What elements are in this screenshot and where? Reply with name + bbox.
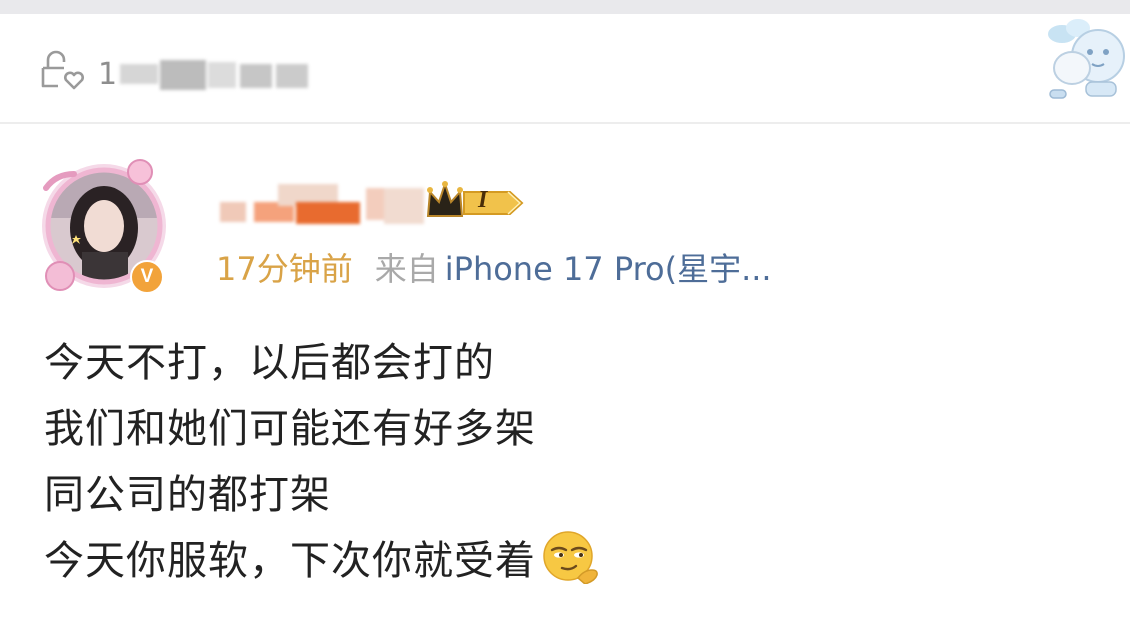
blurred-username xyxy=(216,182,428,228)
post-time: 17分钟前 xyxy=(216,250,353,288)
post-line: 今天不打，以后都会打的 xyxy=(44,340,495,386)
post-meta: 17分钟前 来自 iPhone 17 Pro(星宇... xyxy=(216,247,772,291)
verified-badge: V xyxy=(130,260,164,294)
crown-icon xyxy=(426,180,464,217)
blurred-text xyxy=(120,60,310,90)
source-prefix: 来自 xyxy=(374,250,439,288)
like-icon[interactable] xyxy=(38,46,88,90)
device-link[interactable]: iPhone 17 Pro(星宇... xyxy=(445,250,772,288)
username-row[interactable]: I xyxy=(216,178,536,232)
post-line-last: 今天你服软，下次你就受着 xyxy=(44,528,1084,594)
post-line: 同公司的都打架 xyxy=(44,472,331,518)
post-line-text: 今天你服软，下次你就受着 xyxy=(44,538,536,584)
level-badge: I xyxy=(462,186,524,220)
top-strip xyxy=(0,0,1130,14)
weibo-post-page: 1 V I 17分钟前 来自 iPhone 17 Pro(星宇... 今天不打，… xyxy=(0,0,1130,633)
divider xyxy=(0,122,1130,124)
like-count: 1 xyxy=(98,57,118,92)
post-content: 今天不打，以后都会打的 我们和她们可能还有好多架 同公司的都打架 今天你服软，下… xyxy=(44,330,1084,594)
post-line: 我们和她们可能还有好多架 xyxy=(44,406,536,452)
smirk-emoji-icon xyxy=(542,528,598,585)
decorative-sticker xyxy=(1042,12,1128,106)
level-label: I xyxy=(478,187,488,213)
avatar[interactable]: V xyxy=(38,148,178,298)
